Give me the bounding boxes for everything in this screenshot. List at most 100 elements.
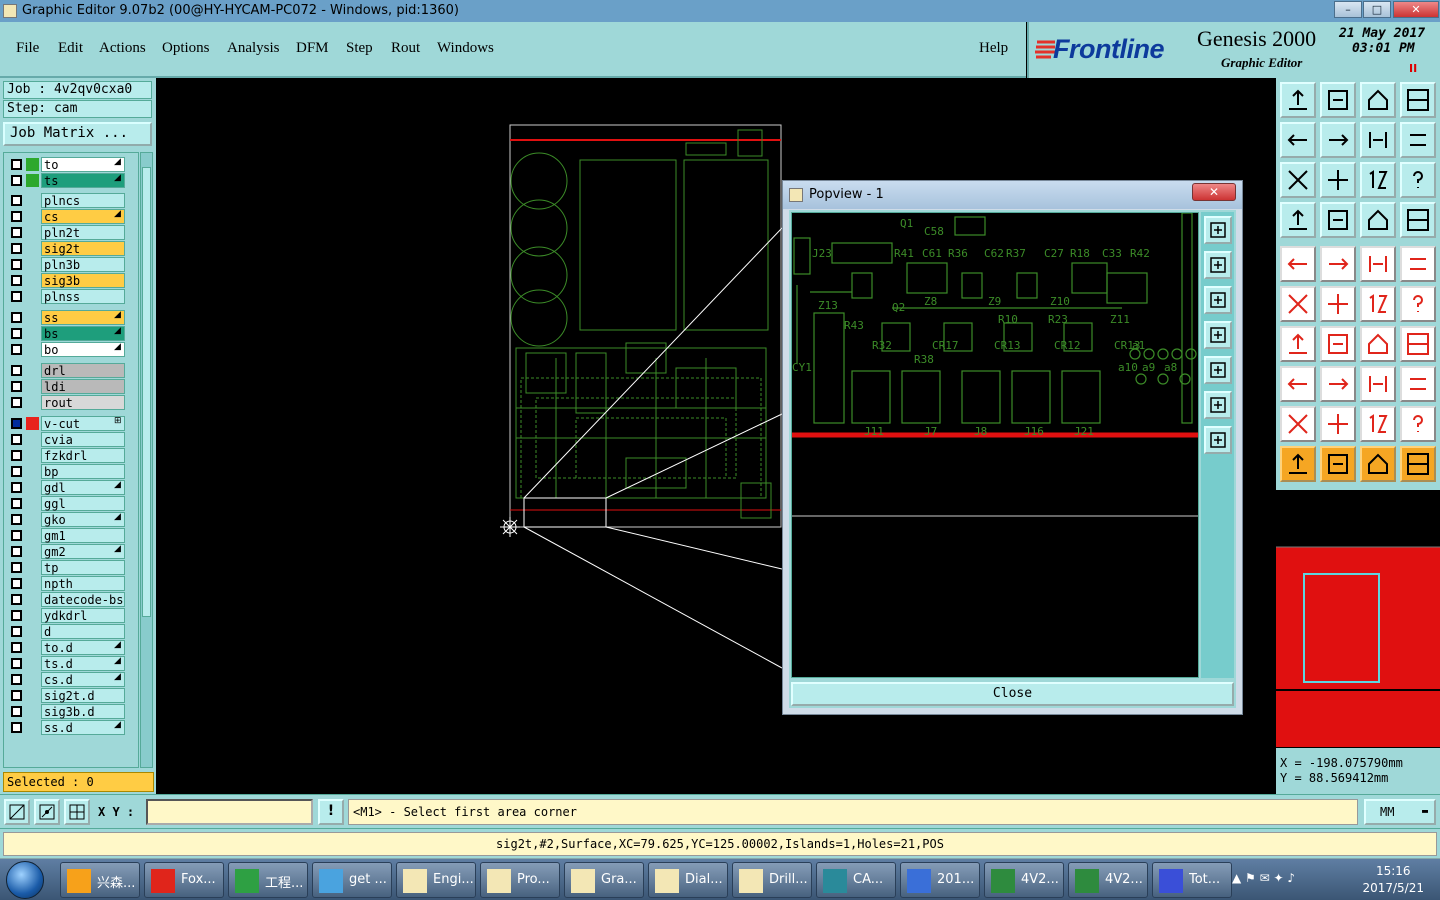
layer-name[interactable]: gdl [41, 480, 125, 495]
layer-row-plncs[interactable]: plncs [4, 193, 138, 208]
layer-checkbox[interactable] [11, 706, 22, 717]
overview-map[interactable] [1276, 490, 1440, 748]
popview-close-x-button[interactable]: ✕ [1192, 183, 1236, 201]
pv-left-icon[interactable] [1204, 321, 1232, 349]
layer-checkbox[interactable] [11, 291, 22, 302]
taskbar-clock[interactable]: 15:16 2017/5/21 [1362, 863, 1424, 897]
layer-color-swatch[interactable] [26, 174, 39, 187]
layer-checkbox[interactable] [11, 328, 22, 339]
triangle-blue-icon[interactable] [1400, 406, 1436, 442]
layer-row-plnss[interactable]: plnss [4, 289, 138, 304]
layer-name[interactable]: fzkdrl [41, 448, 125, 463]
group-icon[interactable] [1400, 366, 1436, 402]
layer-stack-icon[interactable] [1360, 202, 1396, 238]
layer-checkbox[interactable] [11, 175, 22, 186]
layer-name[interactable]: datecode-bs [41, 592, 125, 607]
layer-row-gko[interactable]: gko ◢ [4, 512, 138, 527]
layer-row-ydkdrl[interactable]: ydkdrl [4, 608, 138, 623]
layer-checkbox[interactable] [11, 365, 22, 376]
layer-checkbox[interactable] [11, 642, 22, 653]
layer-row-cvia[interactable]: cvia [4, 432, 138, 447]
layer-stack-red-icon[interactable] [1400, 202, 1436, 238]
layer-name[interactable]: pln2t [41, 225, 125, 240]
layer-name[interactable]: sig3b.d [41, 704, 125, 719]
rotate-icon[interactable] [1360, 326, 1396, 362]
layer-name[interactable]: pln3b [41, 257, 125, 272]
taskbar-item[interactable]: get ... [312, 862, 392, 898]
popview-close-button[interactable]: Close [791, 682, 1234, 706]
layer-name[interactable]: npth [41, 576, 125, 591]
job-matrix-button[interactable]: Job Matrix ... [3, 122, 152, 146]
layer-checkbox[interactable] [11, 530, 22, 541]
select-circle-icon[interactable] [1360, 446, 1396, 482]
pad-icon[interactable] [1280, 246, 1316, 282]
home-icon[interactable] [1280, 82, 1316, 118]
line-icon[interactable] [1320, 366, 1356, 402]
layer-row-sig2t.d[interactable]: sig2t.d [4, 688, 138, 703]
taskbar-item[interactable]: Drill... [732, 862, 812, 898]
cross-icon[interactable] [1320, 286, 1356, 322]
layer-row-pln2t[interactable]: pln2t [4, 225, 138, 240]
layer-checkbox[interactable] [11, 594, 22, 605]
taskbar-item[interactable]: 兴森... [60, 862, 140, 898]
minimize-button[interactable]: – [1334, 1, 1362, 18]
layer-row-bo[interactable]: bo ◢ [4, 342, 138, 357]
start-button[interactable] [6, 861, 44, 899]
layer-checkbox[interactable] [11, 159, 22, 170]
layer-name[interactable]: ss [41, 310, 125, 325]
layer-row-d[interactable]: d [4, 624, 138, 639]
menu-analysis[interactable]: Analysis [227, 40, 280, 57]
house-icon[interactable] [1360, 82, 1396, 118]
layer-name[interactable]: rout [41, 395, 125, 410]
layer-row-gdl[interactable]: gdl ◢ [4, 480, 138, 495]
menu-actions[interactable]: Actions [99, 40, 146, 57]
help-icon[interactable] [1400, 162, 1436, 198]
flip-icon[interactable] [1400, 122, 1436, 158]
triangle-icon[interactable] [1280, 406, 1316, 442]
system-tray-icons[interactable]: ▲ ⚑ ✉ ✦ ♪ [1232, 871, 1295, 885]
window-icon[interactable] [1400, 82, 1436, 118]
split-icon[interactable] [1400, 326, 1436, 362]
pv-zoom-in-icon[interactable] [1204, 216, 1232, 244]
layer-color-swatch[interactable] [26, 158, 39, 171]
layer-name[interactable]: drl [41, 363, 125, 378]
layer-name[interactable]: sig2t.d [41, 688, 125, 703]
layer-checkbox[interactable] [11, 381, 22, 392]
layer-row-drl[interactable]: drl [4, 363, 138, 378]
dot-icon[interactable] [1400, 246, 1436, 282]
layer-name[interactable]: gko [41, 512, 125, 527]
layer-checkbox[interactable] [11, 211, 22, 222]
settings-icon[interactable] [1280, 202, 1316, 238]
layer-name[interactable]: bs [41, 326, 125, 341]
snap-icon[interactable] [4, 799, 30, 825]
xy-input[interactable] [146, 799, 313, 825]
layer-checkbox[interactable] [11, 195, 22, 206]
layer-name[interactable]: sig3b [41, 273, 125, 288]
layer-name[interactable]: ldi [41, 379, 125, 394]
measure-icon[interactable] [34, 799, 60, 825]
pv-right-icon[interactable] [1204, 356, 1232, 384]
layer-name[interactable]: d [41, 624, 125, 639]
layer-checkbox[interactable] [11, 482, 22, 493]
close-window-button[interactable]: ✕ [1393, 1, 1439, 18]
layer-name[interactable]: cs.d [41, 672, 125, 687]
layer-checkbox[interactable] [11, 546, 22, 557]
layer-checkbox[interactable] [11, 434, 22, 445]
taskbar-item[interactable]: 4V2... [1068, 862, 1148, 898]
layer-row-tp[interactable]: tp [4, 560, 138, 575]
layer-row-bp[interactable]: bp [4, 464, 138, 479]
layer-row-cs[interactable]: cs ◢ [4, 209, 138, 224]
layer-row-v-cut[interactable]: v-cut ⊞ [4, 416, 138, 431]
layer-name[interactable]: sig2t [41, 241, 125, 256]
slash-icon[interactable] [1320, 326, 1356, 362]
triangle-arrow-icon[interactable] [1320, 406, 1356, 442]
arrow-node-2-icon[interactable] [1400, 286, 1436, 322]
layer-name[interactable]: to.d [41, 640, 125, 655]
pv-down-icon[interactable] [1204, 286, 1232, 314]
layer-name[interactable]: to [41, 157, 125, 172]
pv-center-icon[interactable] [1204, 426, 1232, 454]
layer-row-datecode-bs[interactable]: datecode-bs [4, 592, 138, 607]
layer-checkbox[interactable] [11, 275, 22, 286]
menu-windows[interactable]: Windows [437, 40, 494, 57]
layer-name[interactable]: gm2 [41, 544, 125, 559]
